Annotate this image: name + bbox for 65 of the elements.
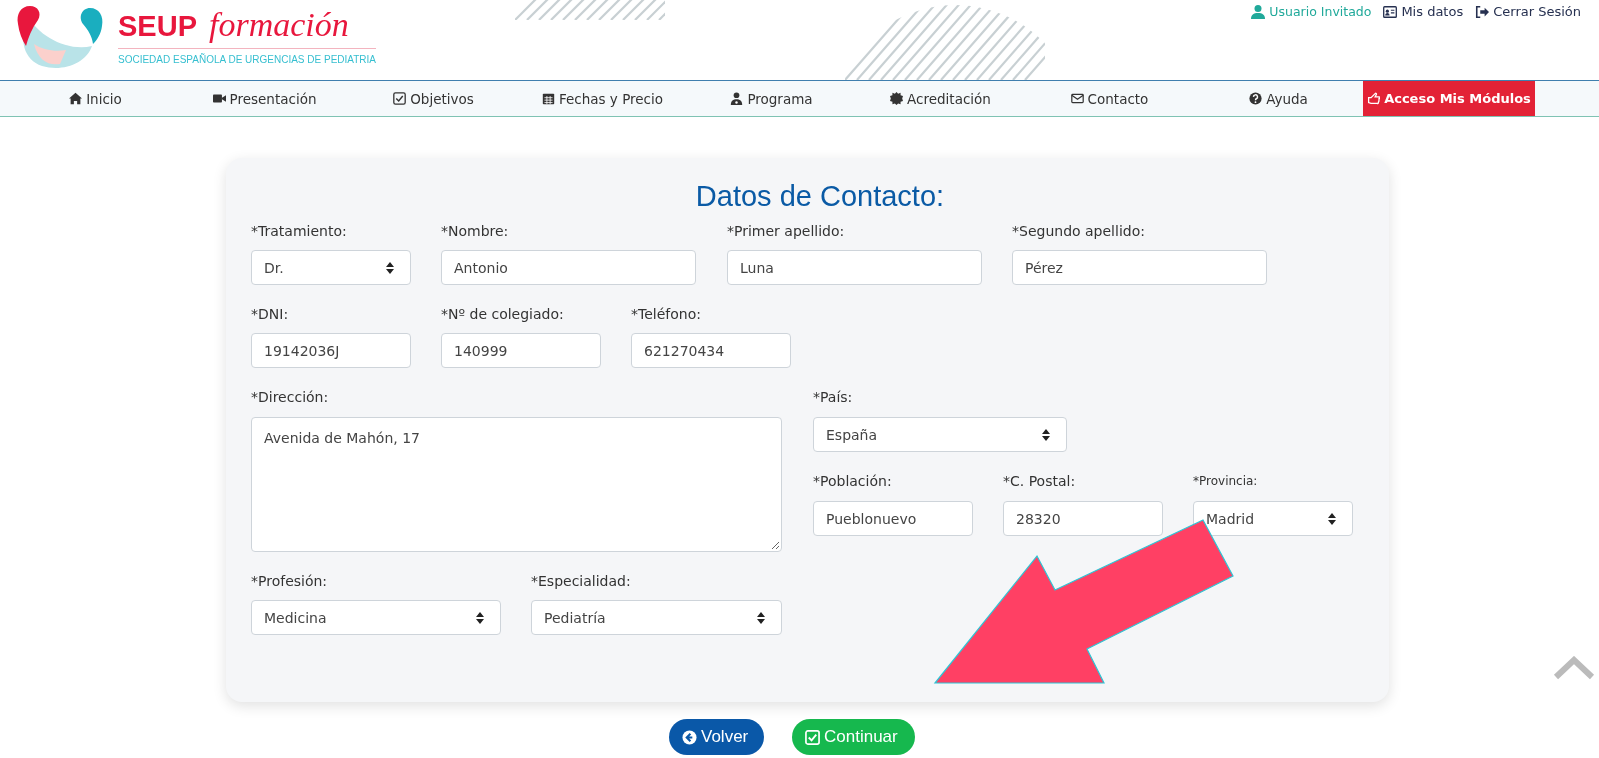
calendar-icon xyxy=(541,92,555,105)
select-field[interactable]: Medicina xyxy=(251,600,501,635)
back-button[interactable]: Volver xyxy=(669,719,764,755)
field-label: *Provincia: xyxy=(1193,473,1259,490)
resize-grip-icon xyxy=(771,541,779,549)
nav-link[interactable]: Programa xyxy=(687,81,856,116)
nav-link[interactable]: Ayuda xyxy=(1194,81,1363,116)
chevron-up-icon xyxy=(1553,656,1595,680)
input-field[interactable]: Pérez xyxy=(1012,250,1267,285)
field-label: *Tratamiento: xyxy=(251,222,348,241)
field-label: *Profesión: xyxy=(251,572,329,591)
nav-link[interactable]: Acreditación xyxy=(856,81,1025,116)
id-card-icon xyxy=(1383,4,1398,19)
sort-icon xyxy=(757,611,765,624)
nav-link[interactable]: Contacto xyxy=(1025,81,1194,116)
sort-icon xyxy=(1042,428,1050,441)
field-label: *Nº de colegiado: xyxy=(441,305,565,324)
field-label: *C. Postal: xyxy=(1003,472,1077,491)
envelope-icon xyxy=(1070,92,1084,105)
field-label: *Dirección: xyxy=(251,388,330,407)
field-label: *Teléfono: xyxy=(631,305,702,324)
header-link[interactable]: Mis datos xyxy=(1383,4,1464,19)
brand-script: formación xyxy=(209,6,349,44)
select-field[interactable]: Madrid xyxy=(1193,501,1353,536)
input-field[interactable]: 140999 xyxy=(441,333,601,368)
field-label: *Especialidad: xyxy=(531,572,632,591)
field-label: *Población: xyxy=(813,472,893,491)
modules-button[interactable]: Acceso Mis Módulos xyxy=(1363,81,1535,116)
doctor-icon xyxy=(730,92,744,105)
hand-pointer-icon xyxy=(1367,92,1381,105)
form-title: Datos de Contacto: xyxy=(694,179,946,214)
field-label: *Nombre: xyxy=(441,222,510,241)
sort-icon xyxy=(1328,512,1336,525)
field-label: *Primer apellido: xyxy=(727,222,846,241)
question-icon xyxy=(1249,92,1263,105)
tagline: SOCIEDAD ESPAÑOLA DE URGENCIAS DE PEDIATRIA xyxy=(118,54,377,65)
textarea-field[interactable]: Avenida de Mahón, 17 xyxy=(251,417,782,552)
nav-link[interactable]: Objetivos xyxy=(349,81,518,116)
field-label: *Segundo apellido: xyxy=(1012,222,1146,241)
input-field[interactable]: Pueblonuevo xyxy=(813,501,973,536)
select-field[interactable]: España xyxy=(813,417,1067,452)
nav-link[interactable]: Inicio xyxy=(11,81,180,116)
checkbox-icon xyxy=(393,92,407,105)
input-field[interactable]: Luna xyxy=(727,250,982,285)
sort-icon xyxy=(476,611,484,624)
field-label: *País: xyxy=(813,388,854,407)
header-link[interactable]: Cerrar Sesión xyxy=(1475,4,1581,19)
checkbox-icon xyxy=(805,729,820,745)
arrow-left-circle-icon xyxy=(682,729,697,745)
input-field[interactable]: 621270434 xyxy=(631,333,791,368)
video-camera-icon xyxy=(212,92,226,105)
nav-link[interactable]: Fechas y Precio xyxy=(518,81,687,116)
nav-link[interactable]: Presentación xyxy=(180,81,349,116)
sort-icon xyxy=(386,261,394,274)
badge-icon xyxy=(890,92,904,105)
input-field[interactable]: Antonio xyxy=(441,250,696,285)
input-field[interactable]: 28320 xyxy=(1003,501,1163,536)
field-label: *DNI: xyxy=(251,305,290,324)
house-icon xyxy=(69,92,83,105)
input-field[interactable]: 19142036J xyxy=(251,333,411,368)
sign-out-icon xyxy=(1475,4,1490,19)
user-icon xyxy=(1251,4,1266,19)
brand-name: SEUP xyxy=(118,10,197,43)
select-field[interactable]: Pediatría xyxy=(531,600,782,635)
select-field[interactable]: Dr. xyxy=(251,250,411,285)
